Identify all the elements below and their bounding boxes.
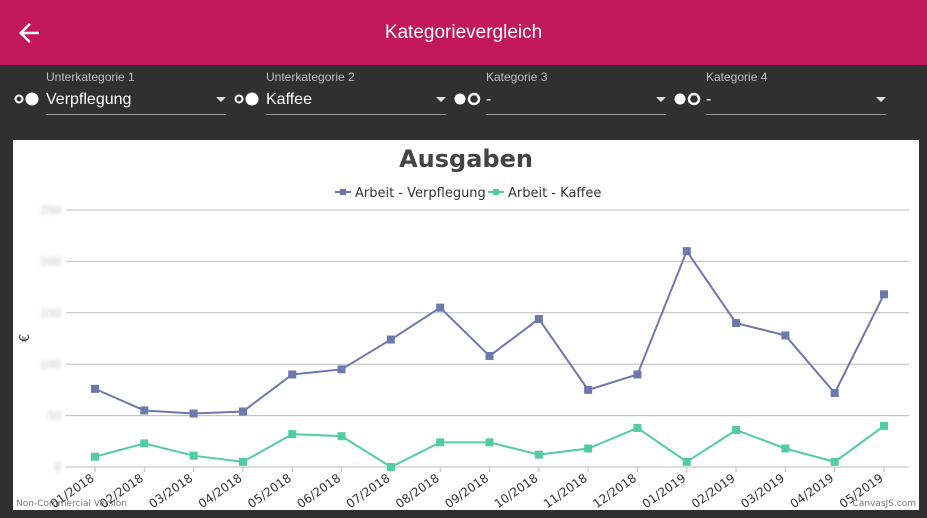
data-point[interactable] bbox=[880, 290, 888, 299]
data-point[interactable] bbox=[584, 385, 593, 394]
x-tick-label: 10/2018 bbox=[492, 471, 541, 510]
watermark-left: Non-Commercial Version bbox=[16, 499, 127, 509]
x-tick-label: 04/2019 bbox=[788, 471, 837, 510]
y-tick-label: 250 bbox=[40, 204, 61, 217]
x-tick-label: 06/2018 bbox=[294, 471, 343, 510]
data-point[interactable] bbox=[337, 432, 346, 441]
data-point[interactable] bbox=[436, 438, 445, 447]
data-point[interactable] bbox=[633, 370, 642, 379]
data-point[interactable] bbox=[288, 430, 297, 439]
data-point[interactable] bbox=[732, 319, 741, 328]
toggle-off-icon[interactable] bbox=[674, 91, 702, 107]
y-tick-label: 50 bbox=[47, 410, 61, 423]
filter-label: Unterkategorie 2 bbox=[266, 70, 355, 84]
data-point[interactable] bbox=[91, 384, 99, 393]
y-tick-label: 150 bbox=[40, 307, 61, 320]
data-point[interactable] bbox=[386, 335, 395, 344]
filter-select-value[interactable]: - bbox=[486, 91, 491, 109]
data-point[interactable] bbox=[91, 452, 99, 461]
legend-item[interactable]: Arbeit - Verpflegung bbox=[335, 186, 486, 201]
data-point[interactable] bbox=[337, 365, 346, 374]
data-point[interactable] bbox=[436, 303, 445, 312]
legend-label: Arbeit - Kaffee bbox=[508, 186, 601, 201]
filter-label: Kategorie 3 bbox=[486, 70, 548, 84]
x-tick-labels: 01/2018 02/2018 03/2018 04/2018 05/2018 06/20… bbox=[48, 467, 886, 511]
data-point[interactable] bbox=[238, 457, 247, 466]
series-line bbox=[94, 249, 885, 415]
data-point[interactable] bbox=[781, 444, 790, 453]
data-point[interactable] bbox=[781, 331, 790, 340]
toggle-on-icon[interactable] bbox=[234, 91, 262, 107]
data-point[interactable] bbox=[732, 425, 741, 434]
data-point[interactable] bbox=[633, 423, 642, 432]
y-tick-label: 0 bbox=[54, 461, 61, 474]
toggle-off-icon[interactable] bbox=[454, 91, 482, 107]
x-tick-label: 03/2018 bbox=[146, 471, 195, 510]
data-point[interactable] bbox=[485, 351, 494, 360]
data-point[interactable] bbox=[830, 457, 839, 466]
line-chart: Ausgaben Arbeit - Verpflegung Arbeit - K… bbox=[16, 145, 916, 511]
dropdown-caret-icon[interactable] bbox=[876, 97, 886, 102]
x-tick-label: 01/2019 bbox=[640, 471, 689, 510]
legend-item[interactable]: Arbeit - Kaffee bbox=[488, 186, 601, 201]
filter-subcategory-2[interactable]: Unterkategorie 2 Kaffee bbox=[234, 65, 454, 125]
chart-title: Ausgaben bbox=[399, 145, 533, 173]
x-tick-label: 07/2018 bbox=[344, 471, 393, 510]
dropdown-caret-icon[interactable] bbox=[656, 97, 666, 102]
data-point[interactable] bbox=[140, 439, 149, 448]
data-point[interactable] bbox=[682, 247, 691, 256]
y-axis-label: € bbox=[18, 334, 33, 342]
filter-label: Unterkategorie 1 bbox=[46, 70, 135, 84]
data-point[interactable] bbox=[485, 438, 494, 447]
select-underline bbox=[46, 114, 226, 115]
select-underline bbox=[486, 114, 666, 115]
select-underline bbox=[706, 114, 886, 115]
data-point[interactable] bbox=[288, 370, 297, 379]
filter-label: Kategorie 4 bbox=[706, 70, 768, 84]
data-point[interactable] bbox=[534, 450, 543, 459]
x-tick-label: 02/2019 bbox=[689, 471, 738, 510]
legend-label: Arbeit - Verpflegung bbox=[355, 186, 486, 201]
y-tick-label: 100 bbox=[40, 358, 61, 371]
chart-container: Ausgaben Arbeit - Verpflegung Arbeit - K… bbox=[13, 140, 919, 511]
data-point[interactable] bbox=[386, 463, 395, 471]
app-bar: Kategorievergleich bbox=[0, 0, 927, 65]
filter-select-value[interactable]: Verpflegung bbox=[46, 91, 131, 109]
data-point[interactable] bbox=[682, 457, 691, 466]
filter-bar: Unterkategorie 1 Verpflegung Unterkatego… bbox=[0, 65, 927, 140]
x-tick-label: 12/2018 bbox=[590, 471, 639, 510]
x-tick-label: 08/2018 bbox=[393, 471, 442, 510]
page-title: Kategorievergleich bbox=[384, 22, 543, 43]
series-points bbox=[91, 247, 888, 471]
select-underline bbox=[266, 114, 446, 115]
filter-subcategory-1[interactable]: Unterkategorie 1 Verpflegung bbox=[14, 65, 234, 125]
x-tick-label: 09/2018 bbox=[442, 471, 491, 510]
data-point[interactable] bbox=[189, 451, 198, 460]
data-point[interactable] bbox=[140, 406, 149, 415]
dropdown-caret-icon[interactable] bbox=[436, 97, 446, 102]
x-tick-label: 11/2018 bbox=[541, 471, 590, 510]
data-point[interactable] bbox=[238, 407, 247, 416]
filter-select-value[interactable]: - bbox=[706, 91, 711, 109]
y-tick-labels: 0 50 100 150 200 250 bbox=[40, 204, 61, 474]
data-point[interactable] bbox=[534, 314, 543, 323]
filter-select-value[interactable]: Kaffee bbox=[266, 91, 312, 109]
data-point[interactable] bbox=[830, 388, 839, 397]
data-point[interactable] bbox=[584, 444, 593, 453]
toggle-on-icon[interactable] bbox=[14, 91, 42, 107]
x-tick-label: 04/2018 bbox=[196, 471, 245, 510]
filter-category-4[interactable]: Kategorie 4 - bbox=[674, 65, 894, 125]
data-point[interactable] bbox=[189, 409, 198, 418]
series-line bbox=[94, 425, 885, 469]
y-tick-label: 200 bbox=[40, 255, 61, 268]
x-tick-label: 03/2019 bbox=[738, 471, 787, 510]
dropdown-caret-icon[interactable] bbox=[216, 97, 226, 102]
data-point[interactable] bbox=[880, 421, 888, 430]
filter-category-3[interactable]: Kategorie 3 - bbox=[454, 65, 674, 125]
x-tick-label: 05/2018 bbox=[245, 471, 294, 510]
watermark-right[interactable]: CanvasJS.com bbox=[853, 499, 916, 509]
